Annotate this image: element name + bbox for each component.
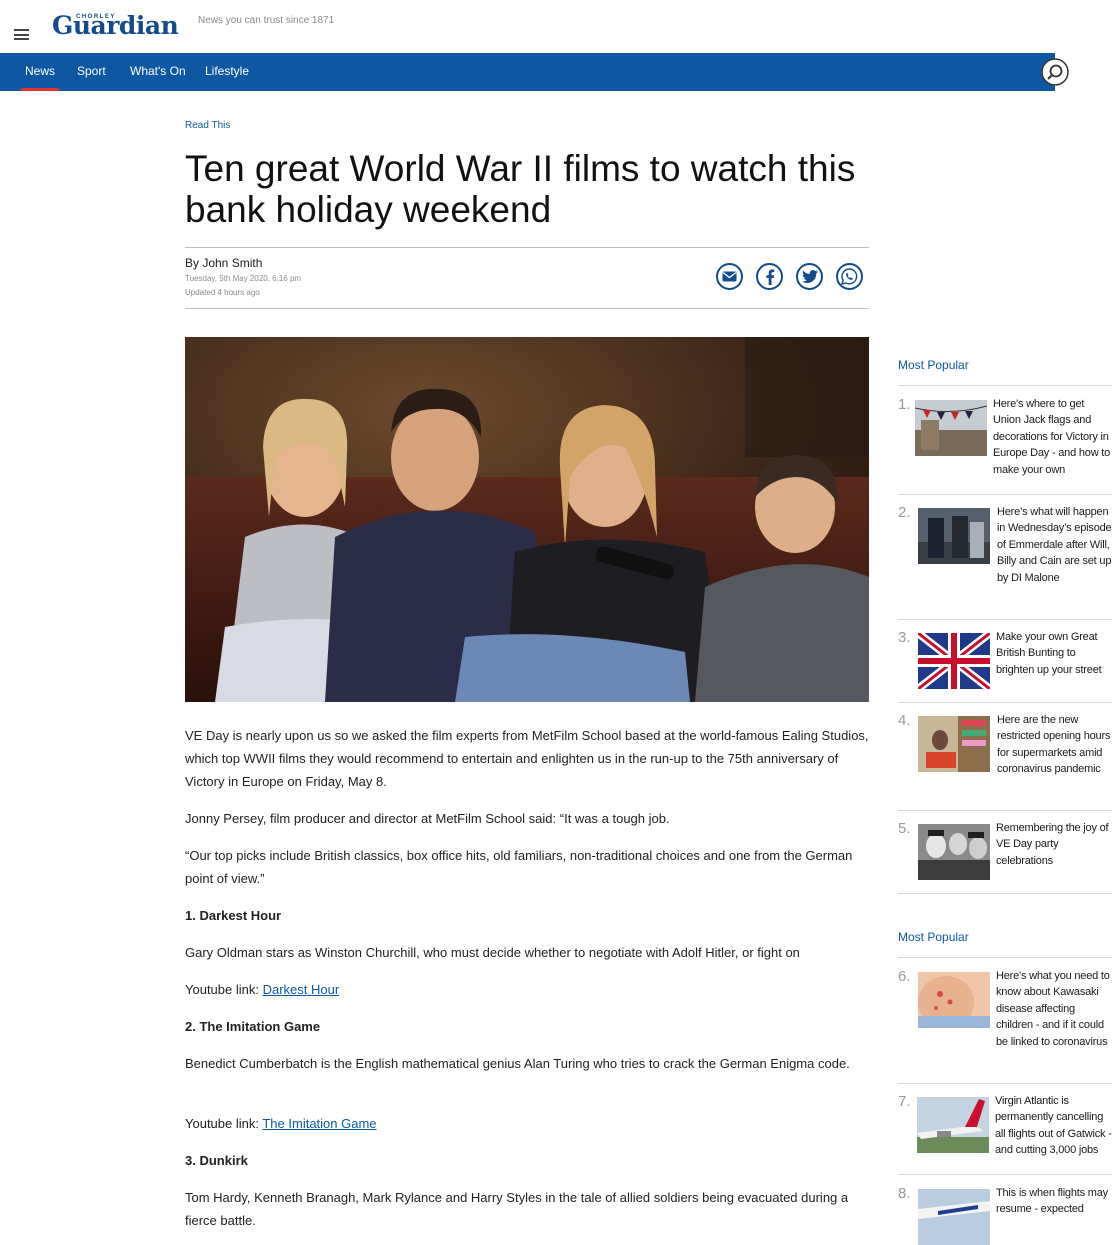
article-paragraph: “Our top picks include British classics,… [185,848,853,886]
nav-sport[interactable]: Sport [77,53,106,91]
divider [185,247,869,248]
article-paragraph: VE Day is nearly upon us so we asked the… [185,728,869,789]
divider [898,385,1112,386]
popular-title: Make your own Great British Bunting to b… [996,631,1102,676]
hero-image-family-watching-tv [185,337,869,702]
popular-rank: 1. [898,396,911,413]
site-header: CHORLEY Guardian News you can trust sinc… [0,0,1112,53]
popular-item[interactable]: 3. Make your own Great British Bunting t… [898,629,1112,693]
divider [898,494,1112,495]
link-imitation-game[interactable]: The Imitation Game [262,1116,376,1131]
article-kicker[interactable]: Read This [185,120,230,131]
share-twitter-icon[interactable] [796,263,823,290]
divider [898,893,1112,894]
divider [898,619,1112,620]
popular-thumbnail [918,508,990,564]
popular-rank: 5. [898,820,911,837]
nav-lifestyle[interactable]: Lifestyle [205,53,249,91]
popular-thumbnail [918,633,990,689]
popular-rank: 6. [898,968,911,985]
popular-item[interactable]: 2. Here’s what will happen in Wednesday’… [898,504,1112,608]
popular-title: Here are the new restricted opening hour… [997,714,1111,776]
article-paragraph: Jonny Persey, film producer and director… [185,811,670,826]
popular-item[interactable]: 6. Here's what you need to know about Ka… [898,968,1112,1072]
popular-item[interactable]: 4. Here are the new restricted opening h… [898,712,1112,798]
youtube-line: Youtube link: The Imitation Game [185,1112,869,1135]
youtube-label: Youtube link: [185,982,263,997]
popular-rank: 4. [898,712,911,729]
popular-item[interactable]: 7. Virgin Atlantic is permanently cancel… [898,1093,1112,1163]
site-logo[interactable]: Guardian [52,11,179,40]
updated-time: Updated 4 hours ago [185,288,260,297]
divider [898,702,1112,703]
popular-title: Virgin Atlantic is permanently cancellin… [995,1095,1112,1157]
tagline: News you can trust since 1871 [198,15,335,26]
article-subheading: 1. Darkest Hour [185,908,282,923]
popular-thumbnail [918,972,990,1028]
nav-news[interactable]: News [20,53,60,91]
popular-item[interactable]: 5. Remembering the joy of VE Day party c… [898,820,1112,884]
nav-whats-on[interactable]: What's On [130,53,186,91]
link-darkest-hour[interactable]: Darkest Hour [263,982,340,997]
popular-title: Remembering the joy of VE Day party cele… [996,822,1109,867]
popular-thumbnail [915,400,987,456]
share-facebook-icon[interactable] [756,263,783,290]
popular-item[interactable]: 1. Here's where to get Union Jack flags … [898,396,1112,492]
popular-rank: 2. [898,504,911,521]
divider [898,957,1112,958]
menu-icon[interactable] [14,29,29,40]
popular-thumbnail [917,1097,989,1153]
popular-thumbnail [918,716,990,772]
youtube-label: Youtube link: [185,1116,263,1131]
popular-item[interactable]: 8. This is when flights may resume - exp… [898,1185,1112,1245]
main-nav: News Sport What's On Lifestyle [0,53,1055,91]
popular-thumbnail [918,1189,990,1245]
article-headline: Ten great World War II films to watch th… [185,148,856,230]
most-popular-heading: Most Popular [898,358,969,372]
article-subheading: 2. The Imitation Game [185,1019,321,1034]
divider [898,810,1112,811]
most-popular-heading: Most Popular [898,930,969,944]
share-email-icon[interactable] [716,263,743,290]
search-icon[interactable] [1040,57,1070,87]
publish-date: Tuesday, 5th May 2020, 6:16 pm [185,274,302,283]
share-whatsapp-icon[interactable] [836,263,863,290]
article-paragraph: Gary Oldman stars as Winston Churchill, … [185,945,800,960]
divider [898,1083,1112,1084]
popular-rank: 3. [898,629,911,646]
popular-title: Here's where to get Union Jack flags and… [993,398,1111,476]
article-paragraph: Benedict Cumberbatch is the English math… [185,1056,850,1071]
divider [185,308,869,309]
popular-title: Here's what you need to know about Kawas… [996,970,1110,1048]
popular-title: Here’s what will happen in Wednesday’s e… [997,506,1112,584]
youtube-line: Youtube link: Darkest Hour [185,978,869,1001]
divider [898,1174,1112,1175]
popular-rank: 8. [898,1185,911,1202]
article-paragraph: Tom Hardy, Kenneth Branagh, Mark Rylance… [185,1190,849,1228]
popular-title: This is when flights may resume - expect… [996,1187,1108,1216]
popular-thumbnail [918,824,990,880]
popular-rank: 7. [898,1093,911,1110]
byline: By John Smith [185,256,263,270]
article-subheading: 3. Dunkirk [185,1153,248,1168]
